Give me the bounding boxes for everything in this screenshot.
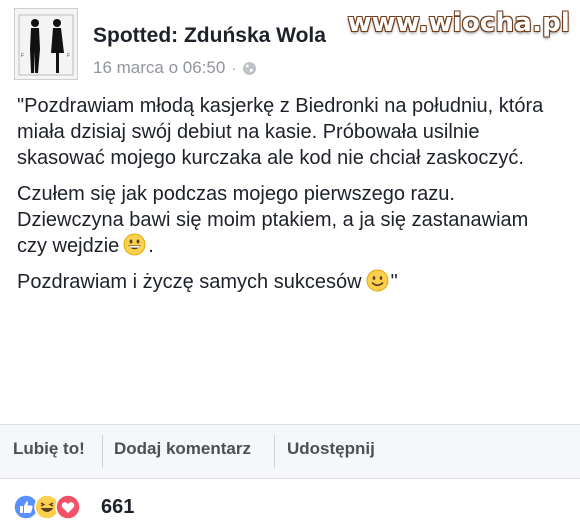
reaction-count[interactable]: 661 xyxy=(101,496,134,519)
post-text: "Pozdrawiam młodą kasjerkę z Biedronki n… xyxy=(17,93,562,305)
paragraph-3-text: Pozdrawiam i życzę samych sukcesów xyxy=(17,271,362,293)
paragraph-2-end: . xyxy=(148,235,154,257)
paragraph-2-text: Czułem się jak podczas mojego pierwszego… xyxy=(17,183,529,257)
post-meta: 16 marca o 06:50 · xyxy=(93,58,257,78)
post-paragraph: Pozdrawiam i życzę samych sukcesów " xyxy=(17,269,562,295)
couple-silhouette-icon: F F xyxy=(15,9,77,79)
post-timestamp[interactable]: 16 marca o 06:50 xyxy=(93,58,225,78)
like-button[interactable]: Lubię to! xyxy=(13,439,85,459)
watermark-text: www.wiocha.pl xyxy=(347,8,570,38)
action-separator xyxy=(102,435,103,468)
page-avatar[interactable]: F F xyxy=(14,8,78,80)
love-icon xyxy=(55,494,81,520)
svg-text:F: F xyxy=(67,53,70,59)
share-button[interactable]: Udostępnij xyxy=(287,439,375,459)
paragraph-1-text: "Pozdrawiam młodą kasjerkę z Biedronki n… xyxy=(17,95,544,169)
action-bar: Lubię to! Dodaj komentarz Udostępnij xyxy=(0,425,580,478)
grinning-emoji-icon xyxy=(123,233,146,256)
divider xyxy=(0,478,580,479)
meta-separator: · xyxy=(231,60,236,76)
reactions-summary[interactable]: 661 xyxy=(13,494,213,522)
post-paragraph: "Pozdrawiam młodą kasjerkę z Biedronki n… xyxy=(17,93,562,171)
post-paragraph: Czułem się jak podczas mojego pierwszego… xyxy=(17,181,562,259)
comment-button[interactable]: Dodaj komentarz xyxy=(114,439,251,459)
svg-text:F: F xyxy=(21,53,24,59)
globe-icon xyxy=(242,61,257,76)
action-separator xyxy=(274,435,275,468)
paragraph-3-end: " xyxy=(390,271,398,293)
page-name-link[interactable]: Spotted: Zduńska Wola xyxy=(93,24,326,48)
smile-emoji-icon xyxy=(366,269,389,292)
